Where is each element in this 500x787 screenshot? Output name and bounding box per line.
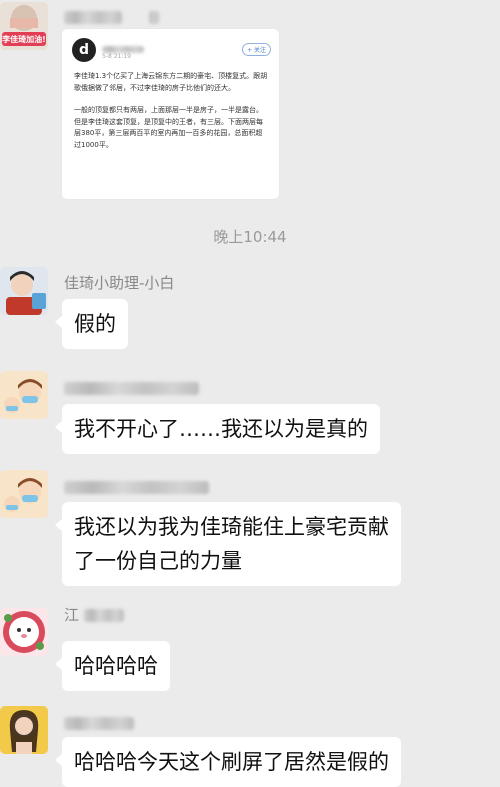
- avatar[interactable]: [0, 706, 48, 754]
- sender-name: [64, 379, 199, 397]
- post-time: 5-8 21:19: [102, 53, 131, 60]
- sender-name: [64, 8, 159, 26]
- message-bubble[interactable]: 我不开心了……我还以为是真的: [55, 404, 380, 454]
- sender-name: [64, 714, 134, 732]
- chat-timestamp: 晚上10:44: [213, 228, 287, 246]
- avatar[interactable]: [0, 371, 48, 419]
- message-line: 了一份自己的力量: [74, 549, 242, 573]
- message-line: 我还以为我为佳琦能住上豪宅贡献: [74, 515, 389, 539]
- article-paragraph: 一般的顶复都只有两层，上面那层一半是房子，一半是露台。但是李佳琦这套顶复，是顶复…: [74, 106, 263, 149]
- chat-window: 李佳琦加油! d 5-8 21:19 + 关注 李佳琦1.3个亿买了上海云锦东方…: [0, 0, 500, 787]
- sender-name: 江: [64, 606, 124, 624]
- article-text: 李佳琦1.3个亿买了上海云锦东方二期的豪宅、顶楼复式。跟胡歌俄据做了邻居，不过李…: [74, 71, 268, 162]
- article-paragraph: 李佳琦1.3个亿买了上海云锦东方二期的豪宅、顶楼复式。跟胡歌俄据做了邻居，不过李…: [74, 72, 268, 92]
- avatar[interactable]: 李佳琦加油!: [0, 2, 48, 50]
- avatar[interactable]: [0, 470, 48, 518]
- message-bubble[interactable]: 假的: [55, 299, 128, 349]
- account-logo-icon: d: [72, 38, 96, 62]
- shared-article-card[interactable]: d 5-8 21:19 + 关注 李佳琦1.3个亿买了上海云锦东方二期的豪宅、顶…: [62, 29, 279, 199]
- follow-button[interactable]: + 关注: [242, 43, 271, 56]
- avatar[interactable]: [0, 267, 48, 315]
- sender-name: [64, 478, 209, 496]
- message-bubble[interactable]: 哈哈哈哈: [55, 641, 170, 691]
- message-bubble[interactable]: 哈哈哈今天这个刷屏了居然是假的: [55, 737, 401, 787]
- message-bubble[interactable]: 我还以为我为佳琦能住上豪宅贡献 了一份自己的力量: [55, 502, 401, 586]
- avatar[interactable]: [0, 608, 48, 656]
- sender-name: 佳琦小助理-小白: [64, 274, 175, 292]
- sticker-text: 李佳琦加油!: [2, 35, 46, 44]
